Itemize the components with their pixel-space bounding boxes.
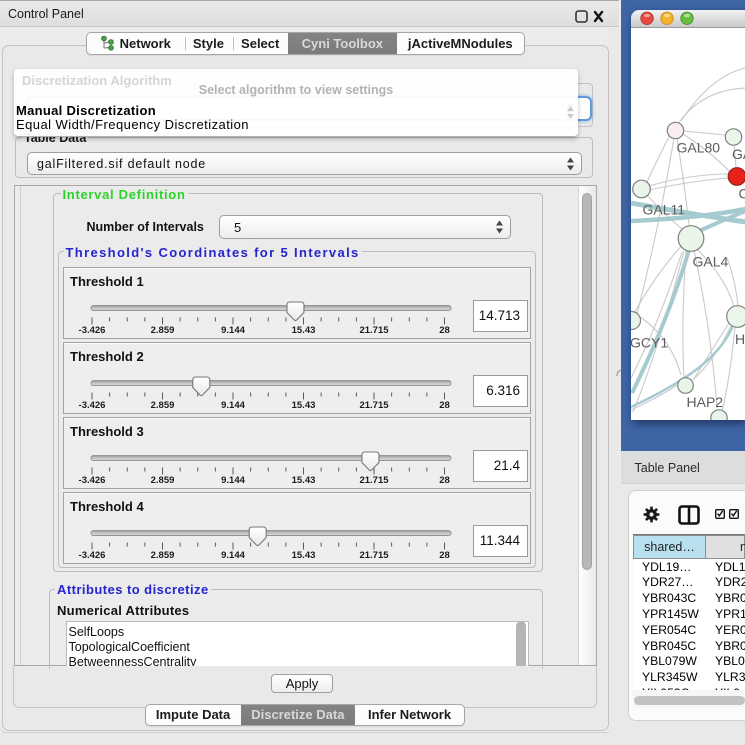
svg-text:GAL11: GAL11 <box>642 201 685 217</box>
svg-text:28: 28 <box>439 400 450 411</box>
svg-text:2.859: 2.859 <box>151 475 175 486</box>
svg-text:2.859: 2.859 <box>151 325 175 336</box>
svg-text:21.715: 21.715 <box>359 475 389 486</box>
svg-text:9.144: 9.144 <box>221 550 245 561</box>
svg-text:28: 28 <box>439 550 450 561</box>
svg-text:15.43: 15.43 <box>292 475 316 486</box>
svg-text:15.43: 15.43 <box>292 325 316 336</box>
svg-text:GCY1: GCY1 <box>631 334 668 350</box>
svg-text:-3.426: -3.426 <box>79 475 106 486</box>
svg-text:15.43: 15.43 <box>292 400 316 411</box>
svg-text:21.715: 21.715 <box>359 325 389 336</box>
svg-text:-3.426: -3.426 <box>79 400 106 411</box>
svg-text:HAP2: HAP2 <box>686 394 723 410</box>
svg-text:21.715: 21.715 <box>359 550 389 561</box>
svg-text:28: 28 <box>439 325 450 336</box>
svg-text:28: 28 <box>439 475 450 486</box>
svg-text:21.715: 21.715 <box>359 400 389 411</box>
svg-text:9.144: 9.144 <box>221 325 245 336</box>
svg-text:-3.426: -3.426 <box>79 325 106 336</box>
svg-text:9.144: 9.144 <box>221 400 245 411</box>
svg-text:GAL80: GAL80 <box>676 139 720 155</box>
svg-text:15.43: 15.43 <box>292 550 316 561</box>
svg-text:GA: GA <box>732 146 745 162</box>
svg-text:C: C <box>738 185 745 201</box>
svg-text:H: H <box>735 331 745 347</box>
svg-text:9.144: 9.144 <box>221 475 245 486</box>
svg-text:2.859: 2.859 <box>151 550 175 561</box>
svg-text:GAL4: GAL4 <box>692 253 728 269</box>
svg-text:-3.426: -3.426 <box>79 550 106 561</box>
svg-text:2.859: 2.859 <box>151 400 175 411</box>
